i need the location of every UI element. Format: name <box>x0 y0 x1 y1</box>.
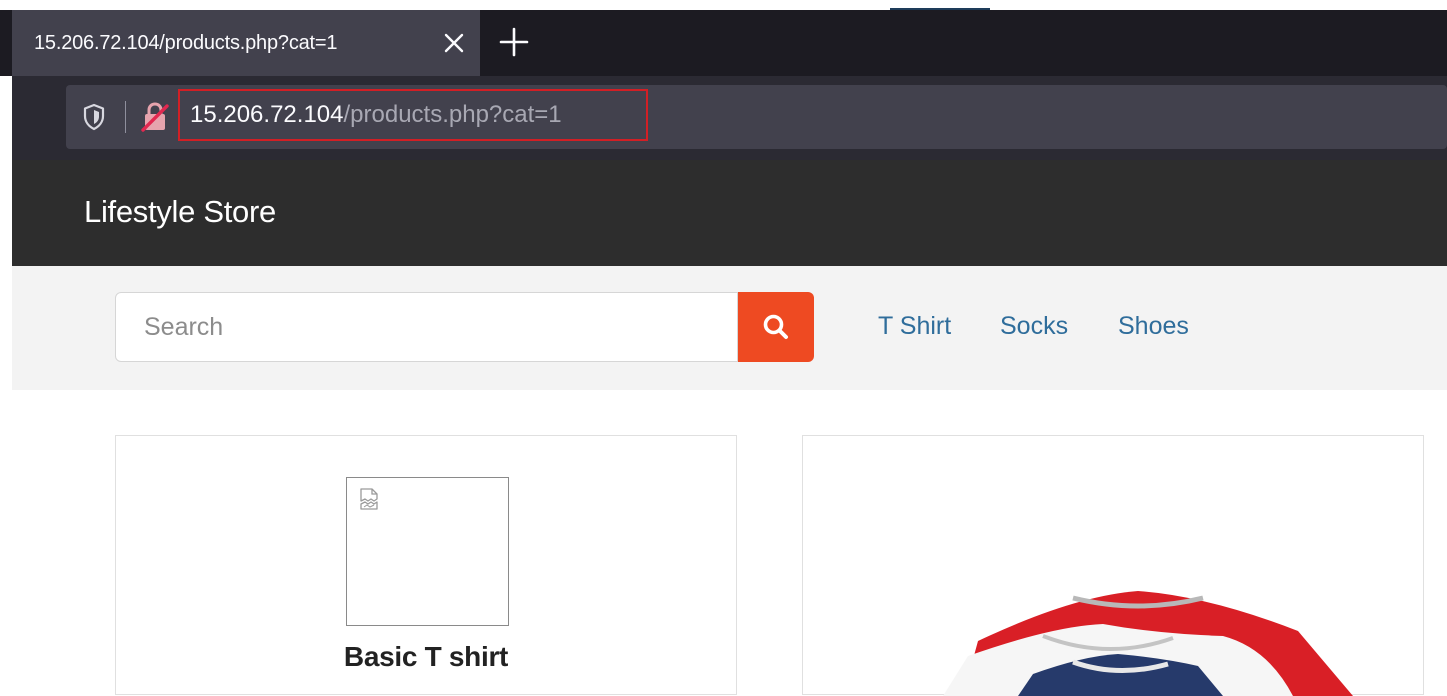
tab-title: 15.206.72.104/products.php?cat=1 <box>34 31 338 54</box>
url-path: /products.php?cat=1 <box>343 101 562 128</box>
product-image-placeholder[interactable] <box>346 477 509 626</box>
url-bar[interactable]: 15.206.72.104/products.php?cat=1 <box>66 85 1447 149</box>
category-link-shoes[interactable]: Shoes <box>1118 312 1189 341</box>
window-top-strip <box>0 0 1447 10</box>
broken-image-icon <box>360 488 378 510</box>
browser-tab[interactable]: 15.206.72.104/products.php?cat=1 <box>12 10 480 76</box>
insecure-lock-icon[interactable] <box>140 101 170 133</box>
category-link-socks[interactable]: Socks <box>1000 312 1068 341</box>
tshirt-stack-image[interactable] <box>923 586 1353 696</box>
search-icon <box>763 314 788 339</box>
url-separator <box>125 101 126 133</box>
site-brand[interactable]: Lifestyle Store <box>84 194 276 230</box>
close-icon[interactable] <box>440 29 468 57</box>
search-input[interactable] <box>115 292 738 362</box>
site-header: Lifestyle Store <box>12 160 1447 266</box>
search-bar-section: T Shirt Socks Shoes <box>12 266 1447 390</box>
new-tab-plus-icon[interactable] <box>496 24 532 60</box>
category-link-tshirt[interactable]: T Shirt <box>878 312 951 341</box>
browser-nav-bar: 15.206.72.104/products.php?cat=1 <box>12 76 1447 160</box>
browser-tab-bar: 15.206.72.104/products.php?cat=1 <box>0 10 1447 76</box>
product-card[interactable]: Basic T shirt <box>115 435 737 695</box>
product-name[interactable]: Basic T shirt <box>116 641 736 673</box>
shield-icon[interactable] <box>82 103 106 131</box>
url-host: 15.206.72.104 <box>190 101 344 128</box>
url-text[interactable]: 15.206.72.104/products.php?cat=1 <box>178 89 648 141</box>
product-card[interactable] <box>802 435 1424 696</box>
search-button[interactable] <box>738 292 814 362</box>
